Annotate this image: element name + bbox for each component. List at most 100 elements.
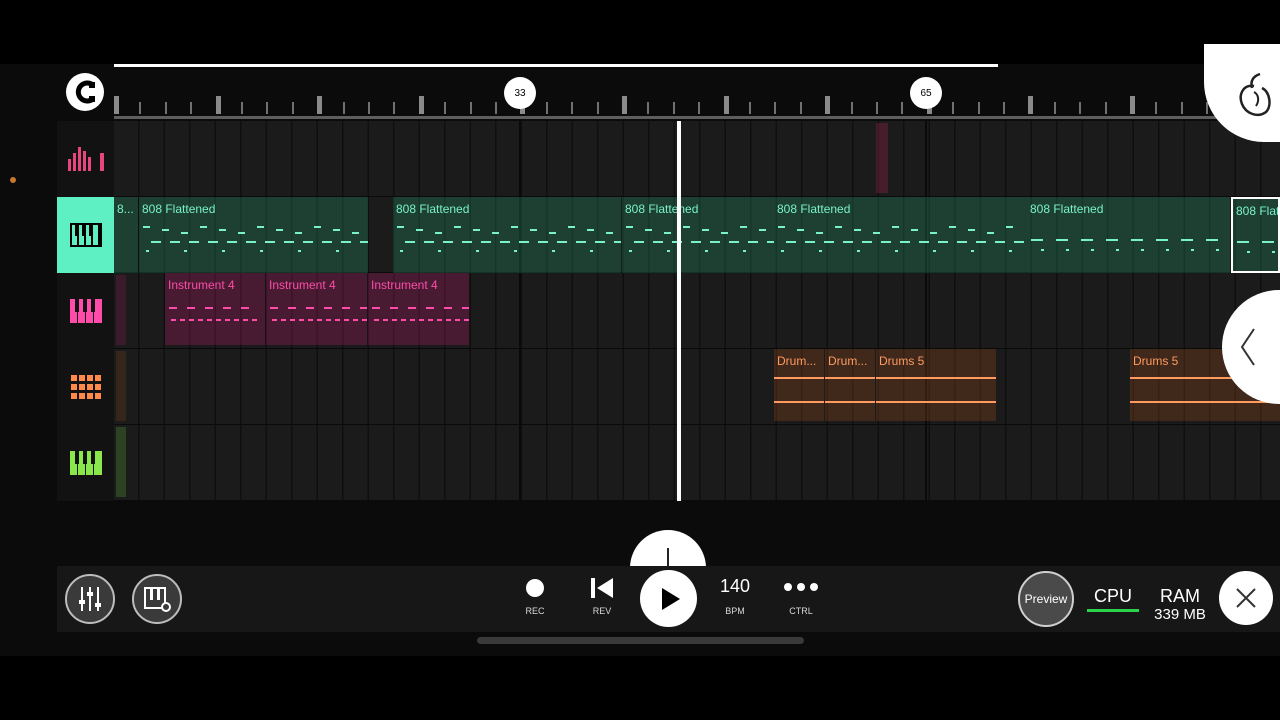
ram-meter[interactable]: RAM 339 MB	[1149, 586, 1211, 624]
rewind-button[interactable]: REV	[574, 566, 630, 632]
clip-808-flattened[interactable]: 808 Flattened	[1027, 197, 1230, 273]
note-dash	[419, 319, 424, 321]
note-dash	[401, 319, 406, 321]
note-dash	[180, 319, 185, 321]
note-dash	[207, 319, 212, 321]
chevron-left-icon	[1240, 328, 1255, 366]
note-dash	[257, 225, 264, 228]
bar-marker-65[interactable]: 65	[910, 77, 942, 109]
ruler-tick	[723, 96, 729, 114]
note-dash	[336, 250, 339, 252]
track-header-5[interactable]	[57, 425, 114, 501]
note-dash	[424, 241, 434, 243]
timeline-ruler[interactable]: 33 65	[114, 64, 1230, 120]
skip-back-icon	[591, 578, 613, 598]
ruler-tick	[952, 102, 955, 114]
note-dash	[968, 228, 975, 231]
track-lane-5[interactable]	[114, 425, 1280, 501]
note-dash	[353, 319, 358, 321]
track-lane-4[interactable]	[114, 349, 1280, 425]
track-color-strip	[116, 351, 126, 421]
ruler-tick	[774, 102, 777, 114]
track-lane-1[interactable]	[114, 121, 1280, 197]
ruler-tick	[1155, 102, 1158, 114]
note-dash	[362, 319, 367, 321]
note-dash	[306, 307, 314, 309]
note-dash	[492, 231, 499, 234]
clip-instrument-4[interactable]: Instrument 4	[266, 273, 367, 345]
ram-label: RAM	[1160, 586, 1200, 606]
ram-value: 339 MB	[1154, 606, 1206, 623]
close-button[interactable]	[1219, 571, 1273, 625]
note-dash	[530, 228, 537, 231]
track-header-3[interactable]	[57, 273, 114, 349]
channel-rack-button[interactable]	[132, 574, 182, 624]
clip-instrument-4[interactable]: Instrument 4	[165, 273, 265, 345]
mixer-button[interactable]	[65, 574, 115, 624]
note-dash	[189, 319, 194, 321]
clip-drums[interactable]: Drum...	[774, 349, 824, 421]
playhead[interactable]	[677, 121, 681, 501]
play-button[interactable]	[640, 570, 697, 627]
ruler-tick	[977, 102, 980, 114]
home-indicator[interactable]	[477, 637, 804, 644]
ruler-tick	[1130, 96, 1135, 114]
track-header-4[interactable]	[57, 349, 114, 425]
note-dash	[786, 241, 796, 243]
bar-marker-33[interactable]: 33	[504, 77, 536, 109]
clip-drums-5[interactable]: Drums 5	[876, 349, 996, 421]
note-dash	[895, 250, 898, 252]
note-dash	[344, 319, 349, 321]
ruler-tick	[114, 96, 119, 114]
ruler-tick	[1028, 96, 1034, 114]
ruler-tick	[672, 102, 675, 114]
note-dash	[189, 241, 199, 243]
note-dash	[816, 231, 823, 234]
note-dash	[234, 319, 239, 321]
bpm-label: BPM	[725, 606, 745, 616]
note-dash	[664, 231, 671, 234]
note-dash	[416, 228, 423, 231]
note-dash	[1262, 241, 1274, 243]
playlist-area[interactable]: 8... 808 Flattened 808 Flattened 808 Fla…	[114, 121, 1280, 501]
note-dash	[151, 241, 161, 243]
clip-808-flattened[interactable]: 808 Flattened	[139, 197, 368, 273]
ruler-tick	[698, 102, 701, 114]
ruler-tick	[1053, 102, 1056, 114]
tempo-button[interactable]: 140 BPM	[707, 566, 763, 632]
note-dash	[265, 241, 275, 243]
clip-808-flattened[interactable]: 8...	[114, 197, 138, 273]
mixer-icon	[79, 587, 101, 611]
note-dash	[308, 319, 313, 321]
clip-instrument-4[interactable]: Instrument 4	[368, 273, 469, 345]
note-dash	[198, 319, 203, 321]
note-dash	[691, 241, 701, 243]
ruler-tick	[444, 102, 447, 114]
clip-808-flattened[interactable]: 808 Flattened	[393, 197, 621, 273]
record-button[interactable]: REC	[507, 566, 563, 632]
piano-icon	[69, 223, 102, 247]
note-dash	[576, 241, 586, 243]
note-dash	[843, 241, 853, 243]
clip-808-flattened[interactable]: 808 Flattened	[622, 197, 774, 273]
cpu-meter[interactable]: CPU	[1087, 586, 1139, 612]
note-dash	[295, 231, 302, 234]
ruler-tick	[393, 102, 396, 114]
clip-drums[interactable]: Drum...	[825, 349, 875, 421]
control-button[interactable]: CTRL	[773, 566, 829, 632]
note-dash	[1091, 249, 1094, 251]
note-dash	[1106, 239, 1118, 241]
clip-808-flattened-selected[interactable]: 808 Flat	[1231, 197, 1280, 273]
preview-button[interactable]: Preview	[1018, 571, 1074, 627]
track-header-2[interactable]	[57, 197, 114, 273]
note-dash	[971, 250, 974, 252]
bar-divider	[925, 121, 927, 501]
clip-808-flattened[interactable]: 808 Flattened	[774, 197, 1027, 273]
track-header-1[interactable]	[57, 121, 114, 197]
note-dash	[587, 228, 594, 231]
transport-toolbar: REC REV 140 BPM CTRL Preview CPU RAM 339…	[57, 566, 1280, 632]
snap-magnet-button[interactable]	[66, 73, 104, 111]
note-dash	[740, 225, 747, 228]
note-dash	[462, 241, 472, 243]
pattern-block[interactable]	[876, 123, 888, 193]
